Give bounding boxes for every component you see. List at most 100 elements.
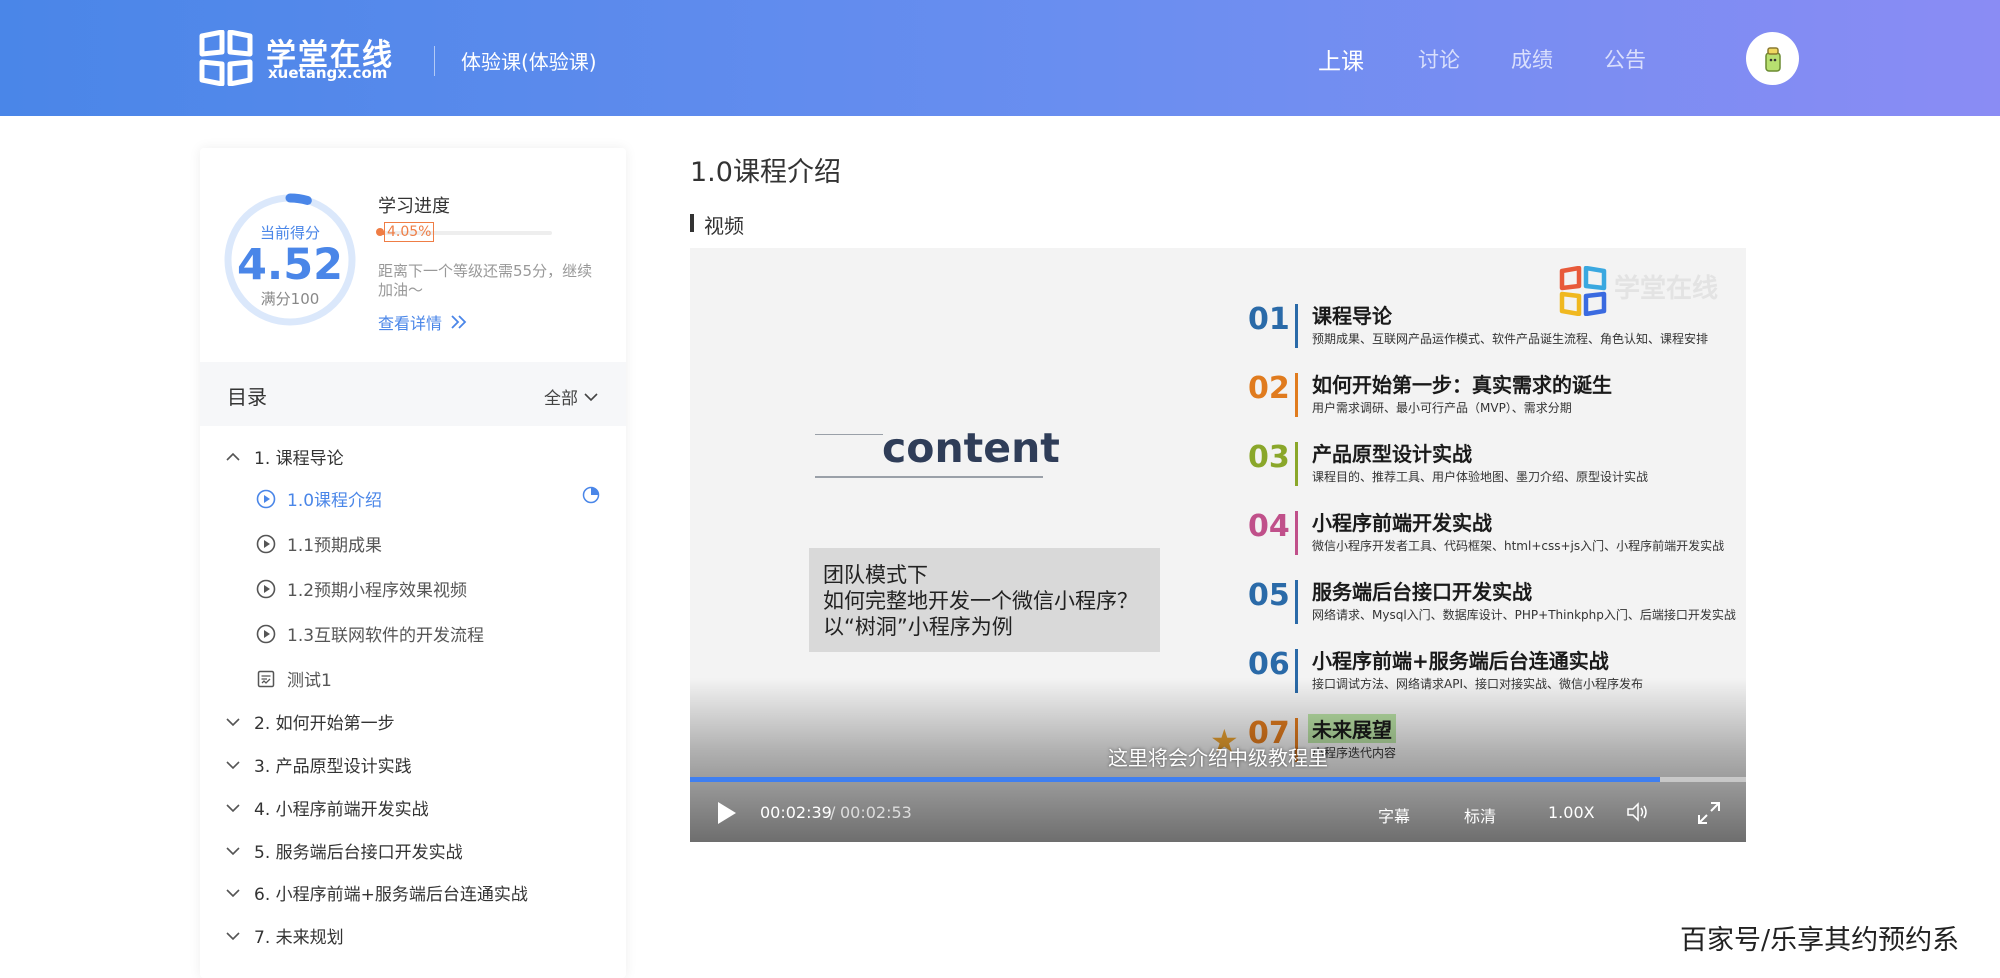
chevron-down-icon (226, 846, 240, 855)
nav-tab-announcements[interactable]: 公告 (1604, 44, 1646, 74)
toc-lesson-1-3[interactable]: 1.3互联网软件的开发流程 (256, 621, 484, 646)
slide-rule-top (815, 434, 883, 435)
slide-item-subtitle: 预期成果、互联网产品运作模式、软件产品诞生流程、角色认知、课程安排 (1312, 332, 1709, 346)
toc-chapter-label[interactable]: 6. 小程序前端+服务端后台连通实战 (254, 880, 528, 905)
slide-content-heading: content (882, 424, 1060, 472)
progress-title: 学习进度 (378, 196, 450, 217)
chevron-down-icon (226, 717, 240, 726)
slide-team-line: 以“树洞”小程序为例 (823, 615, 1013, 639)
chevron-down-icon (226, 760, 240, 769)
toc-chapter-4[interactable]: 4. 小程序前端开发实战 (226, 795, 429, 820)
slide-item-title: 小程序前端+服务端后台连通实战 (1312, 649, 1609, 673)
time-total: 00:02:53 (840, 803, 912, 822)
slide-logo-icon (1559, 266, 1607, 316)
chevron-up-icon (226, 452, 240, 461)
play-circle-icon (256, 534, 276, 553)
watch-progress-icon (582, 486, 600, 504)
course-sidebar: 当前得分 4.52 满分100 学习进度 4.05% 距离下一个等级还需55分，… (200, 148, 626, 978)
slide-item-title: 如何开始第一步：真实需求的诞生 (1312, 373, 1612, 397)
slide-item-bar (1295, 580, 1298, 624)
slide-item-number: 02 (1248, 371, 1290, 406)
play-icon[interactable] (716, 800, 738, 826)
nav-tab-class[interactable]: 上课 (1318, 42, 1364, 76)
toc-lesson-label[interactable]: 1.3互联网软件的开发流程 (287, 621, 484, 646)
xuetangx-logo-icon[interactable] (198, 30, 254, 86)
volume-icon[interactable] (1626, 801, 1650, 823)
video-seek-fill (690, 777, 1661, 782)
chevron-down-icon (584, 392, 598, 401)
nav-tab-discussion[interactable]: 讨论 (1418, 44, 1460, 74)
toc-chapter-2[interactable]: 2. 如何开始第一步 (226, 709, 395, 734)
slide-item-number: 06 (1248, 647, 1290, 682)
slide-item-number: 03 (1248, 440, 1290, 475)
view-details-link[interactable]: 查看详情 (378, 310, 468, 334)
user-avatar[interactable] (1746, 32, 1799, 85)
slide-item-title: 服务端后台接口开发实战 (1312, 580, 1532, 604)
toc-lesson-label[interactable]: 1.0课程介绍 (287, 486, 382, 511)
toc-chapter-1[interactable]: 1. 课程导论 (226, 444, 344, 469)
avatar-icon (1764, 46, 1781, 72)
slide-team-line: 如何完整地开发一个微信小程序？ (823, 589, 1138, 613)
slide-item-subtitle: 微信小程序开发者工具、代码框架、html+css+js入门、小程序前端开发实战 (1312, 539, 1725, 553)
chevron-down-icon (226, 803, 240, 812)
toc-chapter-label[interactable]: 5. 服务端后台接口开发实战 (254, 838, 463, 863)
slide-item-title: 产品原型设计实战 (1312, 442, 1472, 466)
slide-item-bar (1295, 511, 1298, 555)
video-seek-bar[interactable] (690, 777, 1746, 782)
top-header: 学堂在线 xuetangx.com 体验课(体验课) 上课 讨论 成绩 公告 (0, 0, 2000, 116)
play-circle-icon (256, 624, 276, 643)
slide-item-bar (1295, 304, 1298, 348)
lesson-title: 1.0课程介绍 (690, 157, 841, 188)
slide-item-subtitle: 网络请求、Mysql入门、数据库设计、PHP+Thinkphp入门、后端接口开发… (1312, 608, 1736, 622)
video-player[interactable]: content 团队模式下 如何完整地开发一个微信小程序？ 以“树洞”小程序为例… (690, 248, 1746, 842)
slide-team-box: 团队模式下 如何完整地开发一个微信小程序？ 以“树洞”小程序为例 (809, 548, 1160, 652)
slide-item-title: 课程导论 (1312, 304, 1392, 328)
toc-chapter-7[interactable]: 7. 未来规划 (226, 923, 344, 948)
nav-tab-grades[interactable]: 成绩 (1511, 44, 1553, 74)
toc-chapter-label[interactable]: 7. 未来规划 (254, 923, 344, 948)
video-subtitle: 这里将会介绍中级教程里 (1108, 746, 1328, 770)
toc-chapter-label[interactable]: 2. 如何开始第一步 (254, 709, 395, 734)
slide-team-line: 团队模式下 (823, 563, 928, 587)
source-watermark: 百家号/乐享其约预约系 (1680, 925, 1960, 956)
slide-item-number: 04 (1248, 509, 1290, 544)
double-chevron-right-icon (451, 315, 467, 329)
view-details-label[interactable]: 查看详情 (378, 310, 442, 334)
slide-item-number: 05 (1248, 578, 1290, 613)
toc-lesson-label[interactable]: 1.1预期成果 (287, 531, 382, 556)
toc-lesson-1-1[interactable]: 1.1预期成果 (256, 531, 382, 556)
slide-item-bar (1295, 442, 1298, 486)
quality-button[interactable]: 标清 (1464, 803, 1496, 827)
toc-title: 目录 (227, 385, 267, 409)
progress-tip: 距离下一个等级还需55分，继续加油～ (378, 262, 593, 299)
chevron-down-icon (226, 888, 240, 897)
toc-chapter-6[interactable]: 6. 小程序前端+服务端后台连通实战 (226, 880, 528, 905)
toc-chapter-label[interactable]: 3. 产品原型设计实践 (254, 752, 412, 777)
toc-lesson-1-2[interactable]: 1.2预期小程序效果视频 (256, 576, 467, 601)
chevron-down-icon (226, 931, 240, 940)
slide-rule-bottom (815, 476, 1043, 478)
toc-chapter-3[interactable]: 3. 产品原型设计实践 (226, 752, 412, 777)
speed-button[interactable]: 1.00X (1548, 803, 1595, 822)
course-name: 体验课(体验课) (461, 50, 597, 74)
toc-lesson-1-0[interactable]: 1.0课程介绍 (256, 486, 382, 511)
toc-quiz-1[interactable]: 测试1 (256, 666, 332, 691)
brand-domain[interactable]: xuetangx.com (268, 64, 387, 82)
toc-chapter-label[interactable]: 4. 小程序前端开发实战 (254, 795, 429, 820)
toc-lesson-label[interactable]: 测试1 (287, 666, 332, 691)
slide-item-number: 01 (1248, 302, 1290, 337)
slide-item-subtitle: 课程目的、推荐工具、用户体验地图、墨刀介绍、原型设计实战 (1312, 470, 1649, 484)
fullscreen-icon[interactable] (1697, 801, 1721, 825)
toc-lesson-label[interactable]: 1.2预期小程序效果视频 (287, 576, 467, 601)
progress-percent: 4.05% (384, 222, 435, 242)
toc-chapter-label[interactable]: 1. 课程导论 (254, 444, 344, 469)
toc-header: 目录 全部 (200, 362, 626, 426)
toc-filter-dropdown[interactable]: 全部 (544, 384, 598, 409)
section-marker (690, 214, 694, 232)
slide-item-title: 小程序前端开发实战 (1312, 511, 1492, 535)
toc-filter-label[interactable]: 全部 (544, 384, 578, 409)
play-circle-icon (256, 579, 276, 598)
subtitle-button[interactable]: 字幕 (1378, 803, 1410, 827)
toc-chapter-5[interactable]: 5. 服务端后台接口开发实战 (226, 838, 463, 863)
time-separator: / (830, 803, 836, 822)
